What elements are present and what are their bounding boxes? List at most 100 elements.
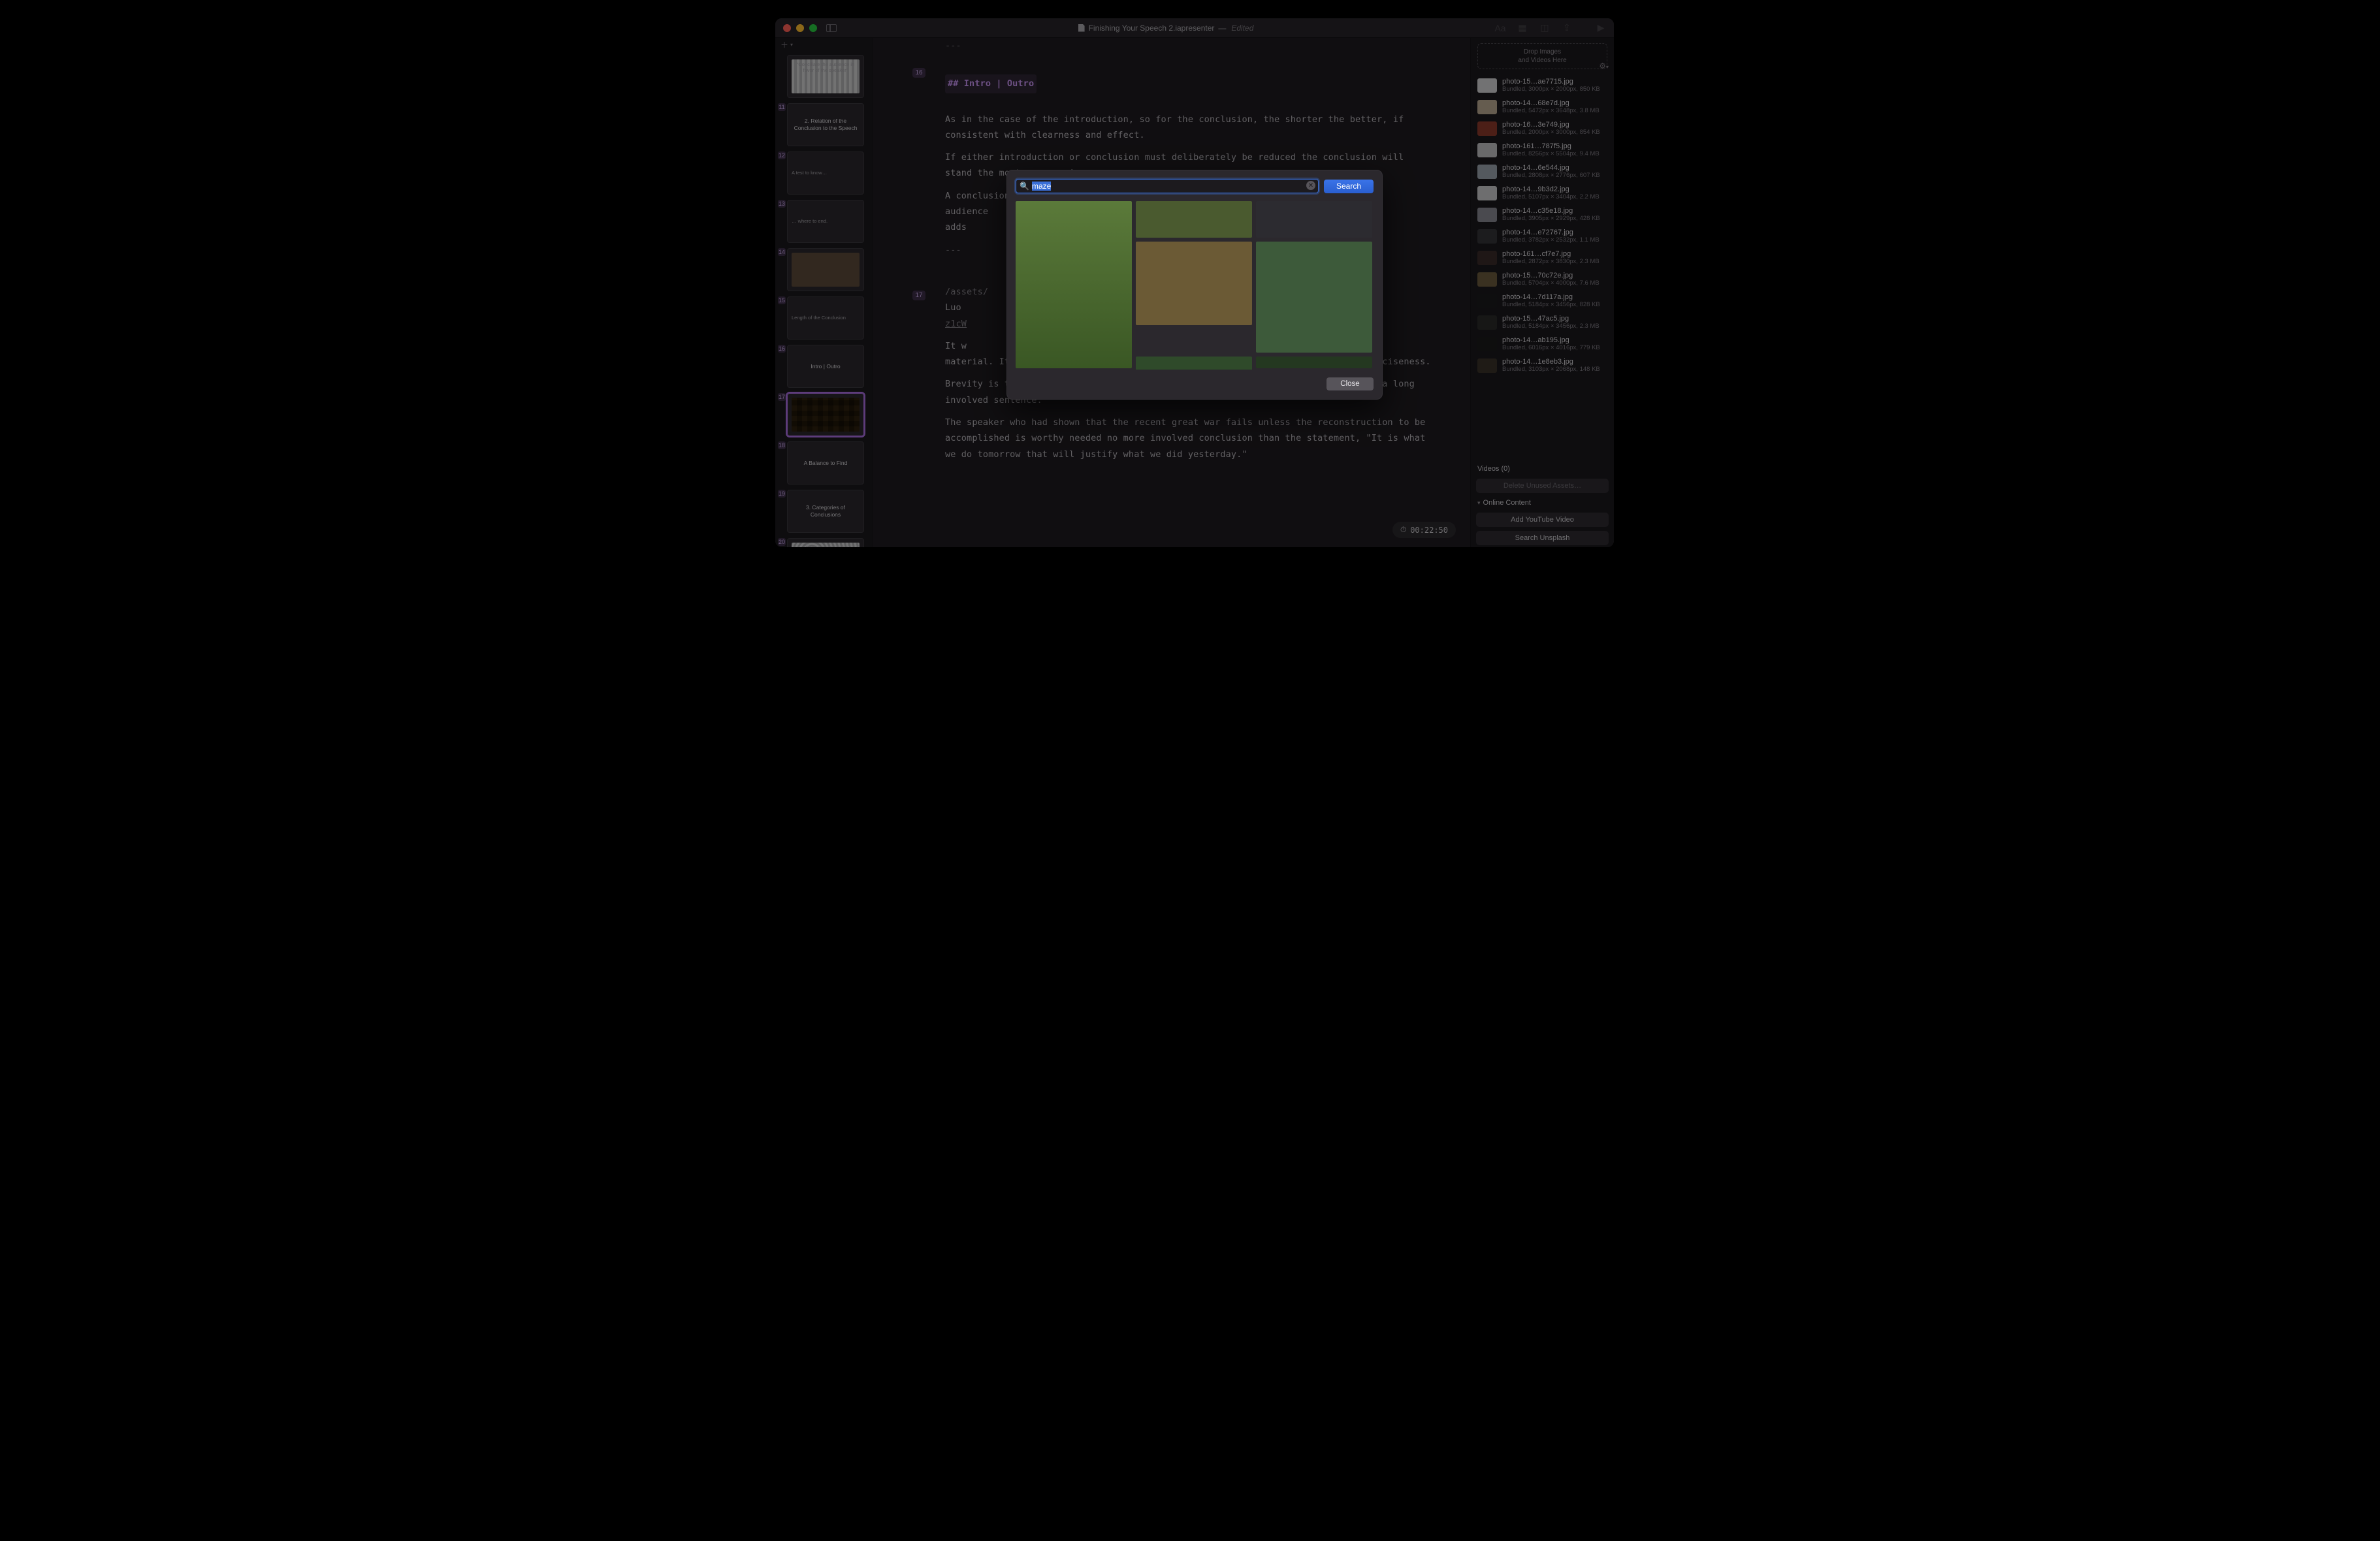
asset-row[interactable]: photo-161…787f5.jpgBundled, 8256px × 550…: [1473, 139, 1611, 161]
asset-thumbnail: [1477, 186, 1497, 200]
minimize-window-button[interactable]: [796, 24, 804, 32]
result-tile[interactable]: [1136, 242, 1252, 325]
share-icon[interactable]: ⇪: [1562, 23, 1572, 33]
asset-filename: photo-14…e72767.jpg: [1502, 229, 1600, 236]
slide-thumbnail[interactable]: 16Intro | Outro: [787, 345, 869, 388]
asset-row[interactable]: photo-15…47ac5.jpgBundled, 5184px × 3456…: [1473, 311, 1611, 333]
slide-thumb-body: A test to know…: [787, 151, 864, 195]
slide-thumb-text: Length of the Conclusion: [792, 315, 846, 321]
search-button[interactable]: Search: [1324, 180, 1374, 193]
result-tile[interactable]: [1256, 201, 1372, 238]
asset-meta: Bundled, 2808px × 2776px, 607 KB: [1502, 172, 1600, 179]
slide-number: 13: [778, 200, 786, 208]
videos-section-header: Videos (0): [1471, 461, 1614, 477]
asset-thumbnail: [1477, 251, 1497, 265]
slide-thumbnail[interactable]: "Conciliate the audience in favor of the…: [787, 55, 869, 98]
asset-meta: Bundled, 5472px × 3648px, 3.8 MB: [1502, 107, 1600, 114]
slide-thumbnail[interactable]: 17: [787, 393, 869, 436]
asset-meta: Bundled, 3103px × 2068px, 148 KB: [1502, 366, 1600, 373]
dropzone-line2: and Videos Here: [1518, 56, 1566, 65]
slide-thumb-image: [792, 253, 860, 287]
plus-icon: ＋: [780, 39, 788, 50]
document-status: Edited: [1231, 24, 1253, 33]
slide-thumbnail[interactable]: 14: [787, 248, 869, 291]
slide-thumbnail[interactable]: 13… where to end.: [787, 200, 869, 243]
asset-row[interactable]: photo-14…7d117a.jpgBundled, 5184px × 345…: [1473, 290, 1611, 311]
slide-number: 15: [778, 296, 786, 304]
dropzone-line1: Drop Images: [1518, 48, 1566, 56]
add-youtube-button[interactable]: Add YouTube Video: [1476, 513, 1609, 527]
asset-meta: Bundled, 2872px × 3830px, 2.3 MB: [1502, 258, 1600, 265]
result-tile[interactable]: [1136, 201, 1252, 238]
chart-icon[interactable]: ◫: [1539, 23, 1550, 33]
media-dropzone[interactable]: Drop Images and Videos Here ⚙▾: [1477, 43, 1607, 69]
asset-row[interactable]: photo-16…3e749.jpgBundled, 2000px × 3000…: [1473, 118, 1611, 139]
asset-row[interactable]: photo-14…9b3d2.jpgBundled, 5107px × 3404…: [1473, 182, 1611, 204]
asset-filename: photo-15…47ac5.jpg: [1502, 315, 1600, 323]
result-tile[interactable]: [1256, 242, 1372, 353]
new-slide-button[interactable]: ＋▾: [780, 39, 793, 50]
slide-thumbnail[interactable]: 18A Balance to Find: [787, 441, 869, 485]
slide-marker-17[interactable]: 17: [912, 291, 925, 300]
slide-number: 12: [778, 151, 786, 159]
slide-thumb-text: Intro | Outro: [811, 363, 840, 370]
chevron-down-icon: ▾: [790, 42, 793, 48]
document-icon: [1078, 24, 1085, 32]
close-button[interactable]: Close: [1327, 377, 1374, 390]
slide-thumb-body: Length of the Conclusion: [787, 296, 864, 340]
slide-thumbnail[interactable]: 20a) The Retrospective Conclusion: [787, 538, 869, 547]
font-icon[interactable]: Aa: [1495, 23, 1505, 33]
asset-row[interactable]: photo-15…70c72e.jpgBundled, 5704px × 400…: [1473, 268, 1611, 290]
slide-thumbnail[interactable]: 15Length of the Conclusion: [787, 296, 869, 340]
slide-thumb-body: 2. Relation of the Conclusion to the Spe…: [787, 103, 864, 146]
asset-row[interactable]: photo-14…c35e18.jpgBundled, 3905px × 292…: [1473, 204, 1611, 225]
slide-thumbnail[interactable]: 112. Relation of the Conclusion to the S…: [787, 103, 869, 146]
slide-thumbnail[interactable]: 193. Categories of Conclusions: [787, 490, 869, 533]
search-unsplash-button[interactable]: Search Unsplash: [1476, 531, 1609, 545]
slide-timer[interactable]: ⏱ 00:22:50: [1392, 522, 1456, 538]
gear-icon[interactable]: ⚙▾: [1599, 61, 1609, 71]
slide-thumb-text: … where to end.: [792, 218, 828, 224]
play-icon[interactable]: ▶: [1596, 23, 1606, 33]
delete-unused-button[interactable]: Delete Unused Assets…: [1476, 479, 1609, 493]
asset-filename: photo-14…1e8eb3.jpg: [1502, 358, 1600, 366]
image-icon[interactable]: ▦: [1517, 23, 1528, 33]
slide-thumb-text: 2. Relation of the Conclusion to the Spe…: [792, 118, 860, 131]
asset-meta: Bundled, 8256px × 5504px, 9.4 MB: [1502, 150, 1600, 157]
asset-meta: Bundled, 5184px × 3456px, 2.3 MB: [1502, 323, 1600, 330]
slide-number: 14: [778, 248, 786, 256]
clear-search-icon[interactable]: ✕: [1306, 181, 1315, 190]
toggle-sidebar-icon[interactable]: [826, 24, 837, 32]
result-tile[interactable]: [1256, 357, 1372, 368]
zoom-window-button[interactable]: [809, 24, 817, 32]
titlebar: Finishing Your Speech 2.iapresenter — Ed…: [775, 18, 1614, 38]
asset-row[interactable]: photo-15…ae7715.jpgBundled, 3000px × 200…: [1473, 74, 1611, 96]
online-content-header[interactable]: Online Content: [1471, 495, 1614, 511]
asset-row[interactable]: photo-14…e72767.jpgBundled, 3782px × 253…: [1473, 225, 1611, 247]
slide-thumbnail[interactable]: 12A test to know…: [787, 151, 869, 195]
asset-row[interactable]: photo-14…68e7d.jpgBundled, 5472px × 3648…: [1473, 96, 1611, 118]
asset-filename: photo-14…9b3d2.jpg: [1502, 185, 1600, 193]
slide-thumb-body: A Balance to Find: [787, 441, 864, 485]
asset-row[interactable]: photo-161…cf7e7.jpgBundled, 2872px × 383…: [1473, 247, 1611, 268]
result-tile[interactable]: [1016, 201, 1132, 368]
asset-filename: photo-14…68e7d.jpg: [1502, 99, 1600, 107]
asset-row[interactable]: photo-14…6e544.jpgBundled, 2808px × 2776…: [1473, 161, 1611, 182]
paragraph: The speaker who had shown that the recen…: [945, 415, 1431, 462]
asset-filename: photo-14…7d117a.jpg: [1502, 293, 1600, 301]
asset-filename: photo-14…ab195.jpg: [1502, 336, 1600, 344]
slide-thumb-image: [792, 398, 860, 432]
result-tile[interactable]: [1136, 357, 1252, 370]
document-title: Finishing Your Speech 2.iapresenter: [1089, 24, 1215, 33]
search-input[interactable]: [1016, 179, 1319, 193]
timer-value: 00:22:50: [1410, 526, 1448, 535]
slide-marker-16[interactable]: 16: [912, 68, 925, 78]
asset-row[interactable]: photo-14…1e8eb3.jpgBundled, 3103px × 206…: [1473, 355, 1611, 376]
asset-thumbnail: [1477, 272, 1497, 287]
slide-thumb-text: A test to know…: [792, 170, 827, 176]
asset-row[interactable]: photo-14…ab195.jpgBundled, 6016px × 4016…: [1473, 333, 1611, 355]
close-window-button[interactable]: [783, 24, 791, 32]
slide-thumb-caption: "Conciliate the audience in favor of the…: [794, 61, 858, 74]
asset-filename: photo-14…6e544.jpg: [1502, 164, 1600, 172]
asset-thumbnail: [1477, 358, 1497, 373]
